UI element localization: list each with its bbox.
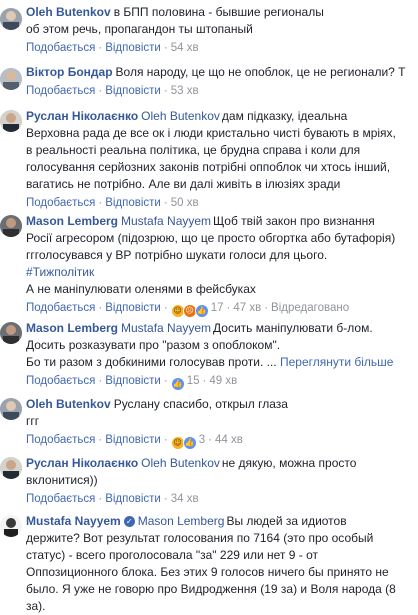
hashtag-link[interactable]: #Тижполітик — [26, 265, 94, 279]
comment-actions: Подобається · Відповісти · 54 хв — [26, 42, 199, 54]
comment-text: Руслану спасибо, открыл глаза — [113, 397, 288, 411]
comment-author[interactable]: Mustafa Nayyem — [26, 514, 121, 528]
comment-author[interactable]: Mason Lemberg — [26, 214, 118, 228]
reply-button[interactable]: Відповісти — [105, 85, 161, 97]
comment-text: не дякую, можна просто — [221, 456, 357, 470]
reactions-summary[interactable]: ☺ 👍 — [170, 434, 197, 450]
comment-author[interactable]: Oleh Butenkov — [26, 397, 111, 411]
verified-badge-icon: ✓ — [123, 516, 135, 527]
comment-author[interactable]: Oleh Butenkov — [26, 5, 111, 19]
comment-time[interactable]: 44 хв — [215, 434, 243, 446]
reply-button[interactable]: Відповісти — [105, 493, 161, 505]
mention-link[interactable]: Mason Lemberg — [138, 514, 225, 528]
like-emoji-icon: 👍 — [170, 377, 185, 391]
comment-actions: Подобається · Відповісти · 👍 15 · 49 хв — [26, 373, 414, 391]
comment-author[interactable]: Mason Lemberg — [26, 321, 118, 335]
comment-text-continued: держите? Вот результат голосования по 71… — [26, 531, 396, 613]
comment-time[interactable]: 34 хв — [171, 493, 199, 505]
comment-author[interactable]: Руслан Ніколаєнко — [26, 109, 138, 123]
like-button[interactable]: Подобається — [26, 197, 95, 209]
reactions-summary[interactable]: ☺ ☹ 👍 — [170, 302, 209, 318]
comment-text: в БПП половина - бывшие регионалы — [113, 5, 324, 19]
comment-author[interactable]: Віктор Бондар — [26, 65, 113, 79]
like-emoji-icon: 👍 — [194, 304, 209, 318]
avatar[interactable] — [0, 215, 22, 237]
comment-time[interactable]: 54 хв — [171, 42, 199, 54]
comment-actions: Подобається · Відповісти · 50 хв — [26, 197, 199, 209]
comment-text-continued: ггг — [26, 414, 40, 428]
mention-link[interactable]: Mustafa Nayyem — [121, 321, 211, 335]
comment-author[interactable]: Руслан Ніколаєнко — [26, 456, 138, 470]
reply-button[interactable]: Відповісти — [105, 434, 161, 446]
reply-button[interactable]: Відповісти — [105, 302, 161, 314]
comment-text: Досить маніпулювати б-лом. — [213, 321, 373, 335]
comment-text: Воля народу, це що не опоблок, це не рег… — [115, 65, 406, 79]
avatar[interactable] — [0, 515, 22, 537]
reply-button[interactable]: Відповісти — [105, 375, 161, 387]
comment-text-continued: вклонитися)) — [26, 473, 98, 487]
like-button[interactable]: Подобається — [26, 434, 95, 446]
like-button[interactable]: Подобається — [26, 302, 95, 314]
comment-actions: Подобається · Відповісти · ☺ 👍 3 · 44 хв — [26, 432, 414, 450]
avatar[interactable] — [0, 110, 22, 132]
like-button[interactable]: Подобається — [26, 85, 95, 97]
like-button[interactable]: Подобається — [26, 375, 95, 387]
comment-text: Вы людей за идиотов — [226, 514, 347, 528]
reaction-count: 17 — [210, 302, 224, 314]
comment-time[interactable]: 50 хв — [171, 197, 199, 209]
comment-text-extra: Бо ти разом з добкиними голосував проти.… — [26, 355, 277, 369]
avatar[interactable] — [0, 457, 22, 479]
avatar[interactable] — [0, 322, 22, 344]
mention-link[interactable]: Oleh Butenkov — [141, 109, 220, 123]
mention-link[interactable]: Oleh Butenkov — [141, 456, 220, 470]
comment-text: Щоб твій закон про визнання — [213, 214, 375, 228]
comment-text-continued: Досить розказувати про "разом з опоблоко… — [26, 338, 281, 352]
reply-button[interactable]: Відповісти — [105, 42, 161, 54]
comment-actions: Подобається · Відповісти · 34 хв — [26, 493, 199, 505]
comment-actions: Подобається · Відповісти · 53 хв — [26, 85, 199, 97]
comment-time[interactable]: 47 хв — [233, 302, 261, 314]
reaction-count: 15 — [186, 375, 200, 387]
comment-time[interactable]: 49 хв — [209, 375, 237, 387]
avatar[interactable] — [0, 8, 22, 30]
comment-text-continued: Верховна рада де все ок і люди кристальн… — [26, 126, 396, 191]
comment-text-continued: об этом речь, пропагандон ты штопаный — [26, 22, 253, 36]
mention-link[interactable]: Mustafa Nayyem — [121, 214, 211, 228]
avatar[interactable] — [0, 68, 22, 90]
comment-actions: Подобається · Відповісти · ☺ ☹ 👍 17 · 47 хв · Відре… — [26, 300, 414, 318]
comment-text-continued: Росії агресором (підозрюю, що це просто … — [26, 231, 396, 262]
reaction-count: 3 — [198, 434, 206, 446]
comment-text: дам підказку, ідеальна — [221, 109, 348, 123]
like-button[interactable]: Подобається — [26, 42, 95, 54]
comment-time[interactable]: 53 хв — [171, 85, 199, 97]
comment-text-extra: А не маніпулювати оленями в фейсбуках — [26, 282, 256, 296]
like-emoji-icon: 👍 — [182, 436, 197, 450]
avatar[interactable] — [0, 398, 22, 420]
reply-button[interactable]: Відповісти — [105, 197, 161, 209]
edited-label[interactable]: Відредаговано — [271, 302, 349, 314]
reactions-summary[interactable]: 👍 — [170, 375, 185, 391]
like-button[interactable]: Подобається — [26, 493, 95, 505]
see-more-link[interactable]: Переглянути більше — [280, 355, 394, 369]
